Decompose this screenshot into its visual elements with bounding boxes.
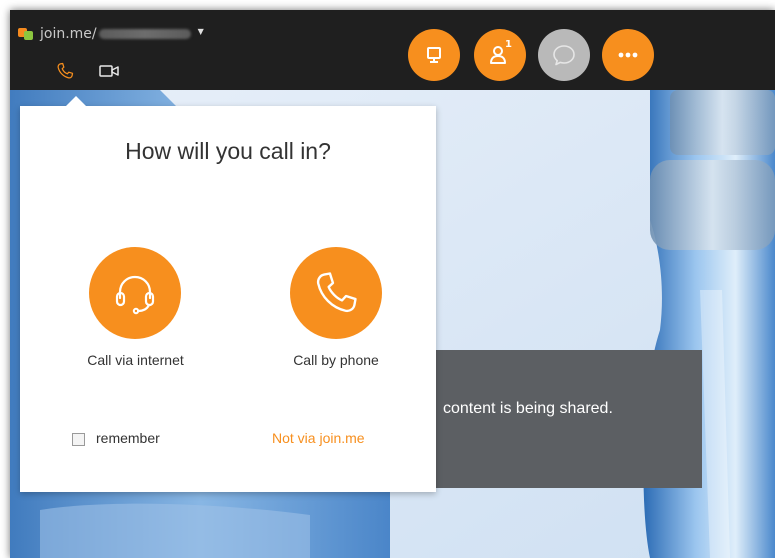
call-via-internet-button[interactable] [89,247,181,339]
screenshot-frame: join.me/ ▼ 1 content is being shared. Ho… [0,0,775,558]
more-icon [618,52,638,58]
join-me-window: join.me/ ▼ 1 content is being shared. Ho… [10,10,775,558]
phone-icon [57,62,74,79]
call-via-internet-label[interactable]: Call via internet [70,352,201,368]
participant-count-badge: 1 [505,39,512,50]
top-bar: join.me/ ▼ 1 [10,10,775,90]
popup-title: How will you call in? [125,138,331,164]
brand-bar[interactable]: join.me/ ▼ [18,24,204,44]
audio-tab[interactable] [53,60,77,82]
chat-icon [553,45,575,66]
screen-share-button[interactable] [408,29,460,81]
more-button[interactable] [602,29,654,81]
popup-pointer [66,96,86,106]
participants-button[interactable]: 1 [474,29,526,81]
redacted-meeting-name [98,29,191,39]
call-by-phone-label[interactable]: Call by phone [266,352,406,368]
meeting-url: join.me/ [40,26,97,42]
call-in-popup: How will you call in? Call via internet … [20,96,436,492]
remember-checkbox[interactable] [72,433,85,446]
caret-down-icon[interactable]: ▼ [198,27,204,36]
headset-icon [115,275,155,315]
join-me-logo [18,27,34,41]
status-message: content is being shared. [443,400,613,417]
video-camera-icon [99,65,119,77]
remember-label[interactable]: remember [96,430,160,446]
status-banner [425,350,702,488]
video-tab[interactable] [96,60,122,82]
screen-share-icon [427,47,441,63]
chat-button[interactable] [538,29,590,81]
phone-icon [316,272,357,313]
not-via-join-me-link[interactable]: Not via join.me [272,430,365,446]
call-by-phone-button[interactable] [290,247,382,339]
